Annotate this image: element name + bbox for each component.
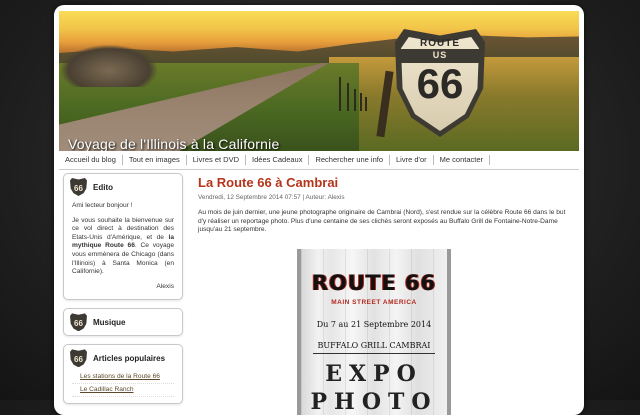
edito-title: Edito (93, 182, 113, 192)
post-title[interactable]: La Route 66 à Cambrai (198, 175, 574, 190)
poster-divider (313, 353, 435, 354)
sidebar: 66 Edito Ami lecteur bonjour ! Je vous s… (63, 173, 183, 412)
post-body: Au mois de juin dernier, une jeune photo… (198, 209, 566, 234)
poster-expo: EXPO (325, 361, 423, 387)
music-header: 66 Musique (64, 309, 182, 335)
poster-subtitle: MAIN STREET AMERICA (331, 299, 417, 306)
expo-poster-image[interactable]: ROUTE 66 MAIN STREET AMERICA Du 7 au 21 … (297, 249, 451, 415)
header-banner: ROUTE US 66 Voyage de l'Illinois à la Ca… (59, 11, 579, 151)
nav-item-guestbook[interactable]: Livre d'or (390, 155, 434, 165)
music-title: Musique (93, 317, 126, 327)
popular-title: Articles populaires (93, 353, 166, 363)
nav-item-books[interactable]: Livres et DVD (187, 155, 247, 165)
poster-dates: Du 7 au 21 Septembre 2014 (316, 320, 432, 329)
popular-link[interactable]: Le Cadillac Ranch (72, 384, 174, 398)
banner-old-car (61, 45, 157, 87)
route-66-icon: 66 (70, 313, 87, 332)
poster-title: ROUTE 66 (311, 271, 437, 295)
sign-number: 66 (416, 60, 464, 107)
music-box: 66 Musique (63, 308, 183, 337)
popular-list: Les stations de la Route 66 Le Cadillac … (64, 371, 182, 403)
nav-item-contact[interactable]: Me contacter (434, 155, 490, 165)
route-66-icon: 66 (70, 178, 87, 196)
page-container: ROUTE US 66 Voyage de l'Illinois à la Ca… (54, 5, 584, 415)
sign-route-text: ROUTE (420, 38, 460, 49)
nav-item-gifts[interactable]: Idées Cadeaux (246, 155, 310, 165)
route-66-icon: 66 (70, 349, 87, 368)
edito-signature: Alexis (156, 282, 174, 290)
nav-item-search[interactable]: Rechercher une info (309, 155, 391, 165)
edito-header: 66 Edito (64, 174, 182, 200)
edito-text: Je vous souhaite la bienvenue sur ce vol… (72, 216, 174, 276)
popular-link[interactable]: Les stations de la Route 66 (72, 371, 174, 385)
main-nav: Accueil du blog Tout en images Livres et… (59, 151, 579, 170)
banner-fence (337, 61, 377, 111)
popular-box: 66 Articles populaires Les stations de l… (63, 344, 183, 405)
popular-header: 66 Articles populaires (64, 345, 182, 371)
site-title[interactable]: Voyage de l'Illinois à la Californie (68, 136, 279, 151)
main-content: La Route 66 à Cambrai Vendredi, 12 Septe… (198, 173, 574, 415)
nav-item-images[interactable]: Tout en images (123, 155, 187, 165)
poster-venue: BUFFALO GRILL CAMBRAI (317, 341, 431, 350)
post-meta: Vendredi, 12 Septembre 2014 07:57 | Aute… (198, 194, 345, 201)
sign-us-text: US (432, 50, 448, 60)
nav-item-home[interactable]: Accueil du blog (59, 155, 123, 165)
edito-box: 66 Edito Ami lecteur bonjour ! Je vous s… (63, 173, 183, 301)
edito-greeting: Ami lecteur bonjour ! (72, 202, 133, 209)
edito-body: Ami lecteur bonjour ! Je vous souhaite l… (64, 200, 182, 299)
poster-photo: PHOTO (310, 389, 438, 415)
